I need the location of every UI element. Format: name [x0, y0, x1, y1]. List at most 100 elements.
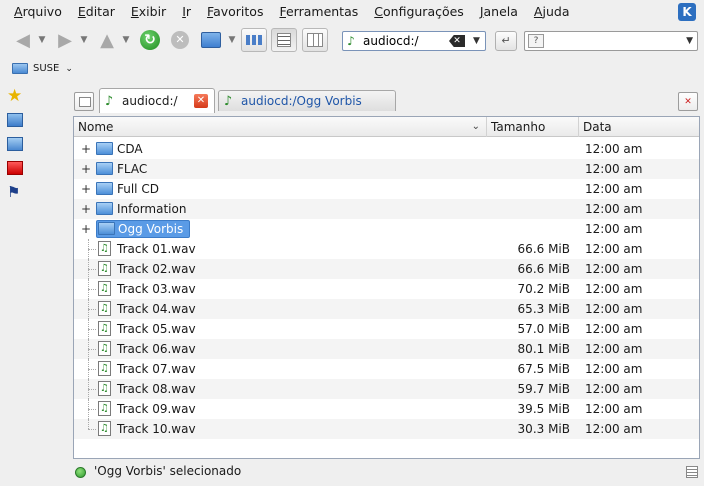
file-date: 12:00 am [585, 282, 643, 296]
column-header-name-label: Nome [78, 120, 114, 134]
file-date: 12:00 am [585, 322, 643, 336]
menu-janela[interactable]: Janela [472, 0, 526, 24]
tab-audiocd-ogg-vorbis[interactable]: ♪ audiocd:/Ogg Vorbis [218, 90, 396, 111]
file-size: 66.6 MiB [517, 242, 570, 256]
table-row[interactable]: + Full CD 12:00 am [74, 179, 699, 199]
column-view-button[interactable] [302, 28, 328, 52]
audio-file-icon: ♫ [98, 381, 111, 396]
menu-exibir[interactable]: Exibir [123, 0, 174, 24]
home-dropdown-icon[interactable]: ▼ [226, 28, 238, 52]
table-row[interactable]: ♫ Track 03.wav 70.2 MiB 12:00 am [74, 279, 699, 299]
forward-arrow-icon[interactable]: ▶ [54, 28, 76, 52]
table-row[interactable]: ♫ Track 08.wav 59.7 MiB 12:00 am [74, 379, 699, 399]
menu-ferramentas[interactable]: Ferramentas [271, 0, 366, 24]
services-flag-icon[interactable]: ⚑ [7, 185, 23, 200]
forward-history-dropdown-icon[interactable]: ▼ [78, 28, 90, 52]
folder-icon [96, 182, 113, 195]
reload-icon: ↻ [140, 30, 160, 50]
table-row[interactable]: ♫ Track 09.wav 39.5 MiB 12:00 am [74, 399, 699, 419]
expand-icon[interactable]: + [81, 222, 91, 236]
expand-icon[interactable]: + [81, 142, 91, 156]
column-header: Nome ⌄ Tamanho Data [74, 117, 699, 137]
location-bar[interactable]: ♪ ✕ ▼ [342, 31, 486, 51]
go-button[interactable]: ↵ [495, 31, 517, 51]
expand-icon[interactable]: + [81, 162, 91, 176]
new-tab-button[interactable] [74, 92, 94, 111]
table-row[interactable]: ♫ Track 04.wav 65.3 MiB 12:00 am [74, 299, 699, 319]
search-provider-icon[interactable]: ? [528, 34, 544, 48]
table-row[interactable]: ♫ Track 06.wav 80.1 MiB 12:00 am [74, 339, 699, 359]
home-button[interactable] [200, 28, 222, 52]
folder-icon [12, 63, 28, 74]
stop-button[interactable]: ✕ [169, 28, 191, 52]
file-size: 66.6 MiB [517, 262, 570, 276]
expand-icon[interactable]: + [81, 182, 91, 196]
bookmarks-star-icon[interactable]: ★ [7, 88, 23, 105]
up-arrow-icon[interactable]: ▲ [96, 28, 118, 52]
column-header-size[interactable]: Tamanho [487, 117, 579, 137]
menu-bar: Arquivo Editar Exibir Ir Favoritos Ferra… [0, 0, 704, 24]
column-header-date[interactable]: Data [579, 117, 699, 137]
menu-favoritos[interactable]: Favoritos [199, 0, 271, 24]
folder-icon [96, 162, 113, 175]
close-tab-icon[interactable]: ✕ [194, 94, 208, 108]
table-row[interactable]: + FLAC 12:00 am [74, 159, 699, 179]
icon-view-button[interactable] [241, 28, 267, 52]
audio-file-icon: ♫ [98, 261, 111, 276]
search-input[interactable] [544, 34, 674, 48]
tab-label: audiocd:/ [122, 94, 178, 108]
reload-button[interactable]: ↻ [138, 28, 162, 52]
file-date: 12:00 am [585, 262, 643, 276]
back-arrow-icon[interactable]: ◀ [12, 28, 34, 52]
kde-logo-icon[interactable]: K [678, 3, 696, 21]
expand-icon[interactable]: + [81, 202, 91, 216]
column-header-name[interactable]: Nome ⌄ [74, 117, 487, 137]
location-input[interactable] [359, 34, 443, 48]
tree-branch [88, 329, 96, 330]
menu-ir[interactable]: Ir [174, 0, 199, 24]
home-icon [201, 32, 221, 48]
clear-location-icon[interactable]: ✕ [449, 35, 465, 47]
chevron-down-icon: ⌄ [65, 63, 73, 74]
bookmark-folder-suse[interactable]: SUSE ⌄ [12, 63, 73, 74]
file-size: 57.0 MiB [517, 322, 570, 336]
file-name: Track 02.wav [117, 262, 196, 276]
menu-configuracoes[interactable]: Configurações [366, 0, 472, 24]
audio-cd-icon: ♪ [347, 34, 355, 48]
close-current-tab-button[interactable]: ✕ [678, 92, 698, 111]
status-bar: 'Ogg Vorbis' selecionado [0, 459, 704, 486]
tree-branch [88, 409, 96, 410]
file-name: Information [117, 202, 187, 216]
detail-view-button[interactable] [271, 28, 297, 52]
table-row[interactable]: + CDA 12:00 am [74, 139, 699, 159]
file-view[interactable]: Nome ⌄ Tamanho Data + CDA 12:00 am + FLA… [73, 116, 700, 459]
tab-audiocd[interactable]: ♪ audiocd:/ ✕ [99, 88, 215, 113]
menu-arquivo[interactable]: Arquivo [6, 0, 70, 24]
file-name: Track 06.wav [117, 342, 196, 356]
table-row-selected[interactable]: + Ogg Vorbis 12:00 am [74, 219, 699, 239]
file-date: 12:00 am [585, 362, 643, 376]
search-dropdown-icon[interactable]: ▼ [686, 36, 693, 46]
table-row[interactable]: ♫ Track 05.wav 57.0 MiB 12:00 am [74, 319, 699, 339]
table-row[interactable]: ♫ Track 10.wav 30.3 MiB 12:00 am [74, 419, 699, 439]
menu-editar[interactable]: Editar [70, 0, 123, 24]
root-folder-icon[interactable] [7, 161, 23, 175]
file-name: Track 08.wav [117, 382, 196, 396]
column-view-icon [302, 28, 328, 52]
file-date: 12:00 am [585, 402, 643, 416]
search-field[interactable]: ? ▼ [524, 31, 698, 51]
view-link-icon[interactable] [686, 466, 698, 478]
status-indicator-icon [75, 467, 86, 478]
up-history-dropdown-icon[interactable]: ▼ [120, 28, 132, 52]
audio-file-icon: ♫ [98, 421, 111, 436]
table-row[interactable]: + Information 12:00 am [74, 199, 699, 219]
table-row[interactable]: ♫ Track 07.wav 67.5 MiB 12:00 am [74, 359, 699, 379]
network-folder-icon[interactable] [7, 137, 23, 151]
location-history-dropdown-icon[interactable]: ▼ [473, 36, 480, 46]
column-header-size-label: Tamanho [491, 120, 546, 134]
home-folder-icon[interactable] [7, 113, 23, 127]
table-row[interactable]: ♫ Track 01.wav 66.6 MiB 12:00 am [74, 239, 699, 259]
menu-ajuda[interactable]: Ajuda [526, 0, 578, 24]
table-row[interactable]: ♫ Track 02.wav 66.6 MiB 12:00 am [74, 259, 699, 279]
back-history-dropdown-icon[interactable]: ▼ [36, 28, 48, 52]
